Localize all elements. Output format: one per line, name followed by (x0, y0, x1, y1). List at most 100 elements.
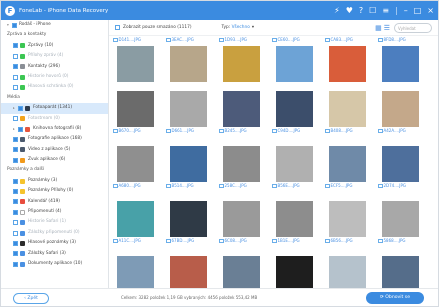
sidebar-checkbox[interactable] (13, 230, 18, 236)
photo-checkbox[interactable] (113, 238, 118, 244)
photo-item[interactable]: B670....JPG (113, 91, 155, 135)
photo-thumbnail[interactable] (170, 146, 207, 182)
photo-item[interactable]: A680....JPG (113, 146, 155, 190)
sidebar-row[interactable]: Historie Safari (1) (1, 217, 108, 227)
expand-chevron-icon[interactable]: ▸ (13, 103, 17, 113)
photo-thumbnail[interactable] (382, 201, 419, 237)
photo-item[interactable]: D661....JPG (166, 91, 208, 135)
photo-thumbnail[interactable] (329, 46, 366, 82)
sidebar-checkbox[interactable] (13, 43, 18, 49)
chevron-down-icon[interactable]: ▾ (252, 25, 254, 30)
photo-thumbnail[interactable] (382, 256, 419, 292)
sidebar-row[interactable]: Poznámky (3) (1, 176, 108, 186)
sidebar-checkbox[interactable] (13, 251, 18, 257)
photo-checkbox[interactable] (378, 128, 383, 134)
photo-thumbnail[interactable] (170, 201, 207, 237)
sidebar-row[interactable]: Připomenutí (4) (1, 207, 108, 217)
view-toggle[interactable]: ▦☰ (375, 24, 392, 32)
photo-checkbox[interactable] (272, 128, 277, 134)
photo-checkbox[interactable] (113, 183, 118, 189)
photo-item[interactable]: A42A....JPG (378, 91, 420, 135)
sidebar-row[interactable]: Dokumenty aplikace (10) (1, 259, 108, 269)
sidebar-checkbox[interactable] (13, 53, 18, 59)
photo-item[interactable]: 6C08....JPG (219, 201, 261, 245)
sidebar-checkbox[interactable] (13, 188, 18, 194)
sidebar-row[interactable]: ▸ Fotoaparát (1341) (1, 103, 108, 114)
photo-item[interactable]: CA83....JPG (325, 36, 367, 82)
photo-checkbox[interactable] (325, 128, 330, 134)
sidebar-checkbox[interactable] (13, 147, 18, 153)
sidebar-row[interactable]: Historie hovorů (0) (1, 72, 108, 82)
photo-checkbox[interactable] (378, 183, 383, 189)
photo-thumbnail[interactable] (117, 146, 154, 182)
photo-thumbnail[interactable] (382, 91, 419, 127)
sidebar-checkbox[interactable] (13, 85, 18, 91)
sidebar-checkbox[interactable] (13, 209, 18, 215)
photo-checkbox[interactable] (325, 183, 330, 189)
expand-chevron-icon[interactable]: ▾ (7, 20, 11, 30)
photo-checkbox[interactable] (325, 37, 330, 43)
sidebar-row[interactable]: Poznámky a další (1, 165, 108, 175)
sidebar-checkbox[interactable] (13, 136, 18, 142)
key-icon[interactable]: ? (359, 6, 363, 15)
photo-checkbox[interactable] (272, 183, 277, 189)
photo-thumbnail[interactable] (276, 146, 313, 182)
recover-button[interactable]: ⟳ Obnovit se (366, 292, 424, 304)
photo-thumbnail[interactable] (276, 201, 313, 237)
sidebar-checkbox[interactable] (13, 261, 18, 267)
photo-checkbox[interactable] (166, 128, 171, 134)
photo-checkbox[interactable] (219, 37, 224, 43)
sidebar-row[interactable]: Média (1, 93, 108, 103)
photo-checkbox[interactable] (378, 37, 383, 43)
photo-item[interactable]: B514....JPG (166, 146, 208, 190)
sidebar-row[interactable]: Záložky připomenutí (0) (1, 228, 108, 238)
sidebar-checkbox[interactable] (12, 22, 17, 28)
show-deleted-checkbox[interactable] (115, 25, 120, 30)
expand-chevron-icon[interactable]: ▸ (13, 124, 17, 134)
photo-checkbox[interactable] (219, 238, 224, 244)
heart-icon[interactable]: ♥ (346, 6, 353, 15)
photo-thumbnail[interactable] (223, 91, 260, 127)
sidebar-checkbox[interactable] (13, 64, 18, 70)
photo-checkbox[interactable] (219, 128, 224, 134)
photo-thumbnail[interactable] (117, 91, 154, 127)
photo-thumbnail[interactable] (329, 201, 366, 237)
photo-item[interactable]: 1D93....JPG (219, 36, 261, 82)
photo-item[interactable]: 5868....JPG (378, 201, 420, 245)
photo-item[interactable]: 258C....JPG (219, 146, 261, 190)
photo-item[interactable]: 3EAC....JPG (166, 36, 208, 82)
photo-thumbnail[interactable] (223, 146, 260, 182)
photo-thumbnail[interactable] (276, 46, 313, 82)
photo-item[interactable]: 67BD....JPG (166, 201, 208, 245)
photo-thumbnail[interactable] (276, 91, 313, 127)
photo-thumbnail[interactable] (382, 146, 419, 182)
sidebar-checkbox[interactable] (13, 199, 18, 205)
sidebar-checkbox[interactable] (13, 74, 18, 80)
photo-item[interactable]: CE60....JPG (272, 36, 314, 82)
photo-item[interactable]: B56E....JPG (272, 146, 314, 190)
photo-thumbnail[interactable] (117, 256, 154, 292)
sidebar-row[interactable]: Fotografie aplikace (168) (1, 134, 108, 144)
photo-thumbnail[interactable] (329, 146, 366, 182)
photo-item[interactable]: B245....JPG (219, 91, 261, 135)
photo-thumbnail[interactable] (382, 46, 419, 82)
photo-checkbox[interactable] (113, 128, 118, 134)
photo-checkbox[interactable] (378, 238, 383, 244)
photo-thumbnail[interactable] (329, 91, 366, 127)
photo-thumbnail[interactable] (117, 201, 154, 237)
chat-icon[interactable]: ☐ (369, 6, 376, 15)
photo-checkbox[interactable] (272, 37, 277, 43)
sidebar-checkbox[interactable] (18, 126, 23, 132)
photo-item[interactable]: B408....JPG (325, 91, 367, 135)
photo-thumbnail[interactable] (276, 256, 313, 292)
photo-thumbnail[interactable] (223, 256, 260, 292)
photo-item[interactable]: 6B56....JPG (325, 201, 367, 245)
sidebar-row[interactable]: Zprávy (10) (1, 41, 108, 51)
grid-view-icon[interactable]: ▦ (375, 24, 384, 32)
photo-thumbnail[interactable] (223, 46, 260, 82)
close-icon[interactable]: × (427, 6, 434, 15)
sidebar-row[interactable]: Kalendář (419) (1, 197, 108, 207)
list-view-icon[interactable]: ☰ (384, 24, 392, 32)
minimize-icon[interactable]: – (404, 6, 408, 15)
menu-icon[interactable]: ≡ (382, 6, 389, 15)
